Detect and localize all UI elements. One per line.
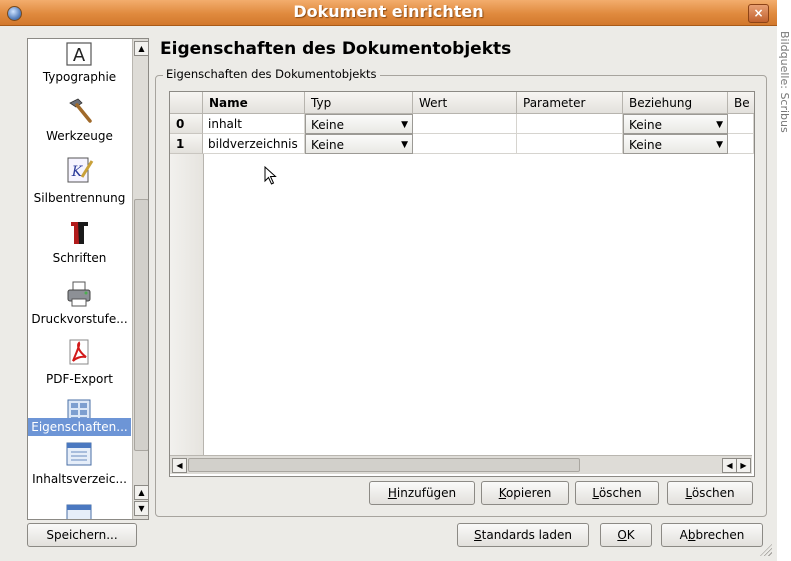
column-header-beziehung[interactable]: Beziehung — [623, 92, 728, 114]
typography-icon: A — [66, 42, 92, 66]
add-button[interactable]: Hinzufügen — [369, 481, 475, 505]
sidebar-scrollbar[interactable]: ▲ ▲ ▼ — [132, 39, 148, 519]
close-button[interactable]: × — [748, 4, 769, 23]
dialog-window: Dokument einrichten × A Typographie Werk… — [0, 0, 777, 561]
typ-select-value: Keine — [311, 118, 344, 132]
sidebar-item-inhaltsverzeichnis[interactable]: Inhaltsverzeic... — [28, 439, 131, 497]
column-header-name[interactable]: Name — [203, 92, 305, 114]
sidebar-item-label: Werkzeuge — [46, 129, 113, 143]
typ-select[interactable]: Keine ▼ — [305, 134, 413, 154]
cell-wert[interactable] — [413, 134, 517, 154]
window-title: Dokument einrichten — [293, 2, 484, 21]
sidebar-item-druckvorstufe[interactable]: Druckvorstufe... — [28, 279, 131, 337]
image-credit: Bildquelle: Scribus — [777, 0, 791, 561]
row-number[interactable]: 0 — [170, 114, 203, 134]
save-button[interactable]: Speichern... — [27, 523, 137, 547]
load-defaults-button[interactable]: Standards laden — [457, 523, 589, 547]
delete-button[interactable]: Löschen — [575, 481, 659, 505]
scroll-down-icon[interactable]: ▼ — [134, 501, 148, 516]
beziehung-select[interactable]: Keine ▼ — [623, 114, 728, 134]
cell-name[interactable]: inhalt — [203, 114, 305, 134]
sidebar: A Typographie Werkzeuge K Silbentrennung — [27, 38, 149, 520]
properties-table[interactable]: Name Typ Wert Parameter Beziehung Be 0 i… — [169, 91, 755, 477]
fonts-icon — [71, 222, 88, 244]
ok-button[interactable]: OK — [600, 523, 652, 547]
sidebar-item-typographie[interactable]: A Typographie — [28, 39, 131, 93]
pdf-icon — [69, 339, 89, 365]
cell-be[interactable] — [728, 134, 754, 154]
sidebar-item-label: Druckvorstufe... — [31, 312, 128, 326]
sidebar-item-label: Eigenschaften... — [28, 418, 131, 436]
beziehung-select-value: Keine — [629, 118, 662, 132]
table-scroll-thumb[interactable] — [188, 458, 580, 472]
hyphenation-icon: K — [67, 157, 94, 183]
sidebar-item-pdf-export[interactable]: PDF-Export — [28, 337, 131, 397]
sidebar-item-label: Typographie — [42, 70, 117, 84]
table-corner — [170, 92, 203, 114]
cell-be[interactable] — [728, 114, 754, 134]
scroll-up-icon[interactable]: ▲ — [134, 41, 148, 56]
column-header-parameter[interactable]: Parameter — [517, 92, 623, 114]
dropdown-arrow-icon[interactable]: ▼ — [716, 135, 723, 153]
scroll-left-icon[interactable]: ◀ — [172, 458, 187, 473]
table-horizontal-scrollbar[interactable]: ◀ ◀ ▶ — [170, 455, 752, 474]
row-header-column — [170, 154, 204, 455]
column-header-typ[interactable]: Typ — [305, 92, 413, 114]
svg-text:K: K — [71, 164, 84, 180]
dropdown-arrow-icon[interactable]: ▼ — [401, 115, 408, 133]
sidebar-item-label: PDF-Export — [46, 372, 113, 386]
column-header-be[interactable]: Be — [728, 92, 754, 114]
copy-button[interactable]: Kopieren — [481, 481, 569, 505]
page-title: Eigenschaften des Dokumentobjekts — [160, 39, 512, 59]
image-credit-text: Bildquelle: Scribus — [778, 31, 791, 133]
beziehung-select[interactable]: Keine ▼ — [623, 134, 728, 154]
delete-all-button[interactable]: Löschen — [667, 481, 753, 505]
group-label: Eigenschaften des Dokumentobjekts — [163, 67, 380, 81]
hammer-icon — [69, 98, 92, 123]
sidebar-item-partial[interactable] — [28, 497, 131, 519]
row-number[interactable]: 1 — [170, 134, 203, 154]
sidebar-item-werkzeuge[interactable]: Werkzeuge — [28, 95, 131, 153]
sidebar-item-label: Silbentrennung — [33, 191, 126, 205]
toc-icon — [66, 442, 92, 466]
cell-name[interactable]: bildverzeichnis — [203, 134, 305, 154]
cell-parameter[interactable] — [517, 114, 623, 134]
sidebar-item-label: Inhaltsverzeic... — [32, 472, 127, 486]
scroll-left-icon[interactable]: ◀ — [722, 458, 737, 473]
typ-select[interactable]: Keine ▼ — [305, 114, 413, 134]
sidebar-item-silbentrennung[interactable]: K Silbentrennung — [28, 155, 131, 215]
cancel-button[interactable]: Abbrechen — [661, 523, 763, 547]
dropdown-arrow-icon[interactable]: ▼ — [716, 115, 723, 133]
sidebar-scroll-thumb[interactable] — [134, 199, 148, 451]
toc-icon — [66, 504, 92, 519]
scroll-up-icon[interactable]: ▲ — [134, 485, 148, 500]
cell-parameter[interactable] — [517, 134, 623, 154]
sidebar-item-schriften[interactable]: Schriften — [28, 217, 131, 277]
sidebar-item-label: Schriften — [52, 251, 107, 265]
cell-wert[interactable] — [413, 114, 517, 134]
mouse-pointer-icon — [264, 166, 277, 185]
svg-text:A: A — [73, 45, 86, 66]
scroll-right-icon[interactable]: ▶ — [736, 458, 751, 473]
column-header-wert[interactable]: Wert — [413, 92, 517, 114]
typ-select-value: Keine — [311, 138, 344, 152]
title-bar[interactable]: Dokument einrichten × — [0, 0, 777, 26]
printer-icon — [67, 281, 91, 307]
dropdown-arrow-icon[interactable]: ▼ — [401, 135, 408, 153]
beziehung-select-value: Keine — [629, 138, 662, 152]
